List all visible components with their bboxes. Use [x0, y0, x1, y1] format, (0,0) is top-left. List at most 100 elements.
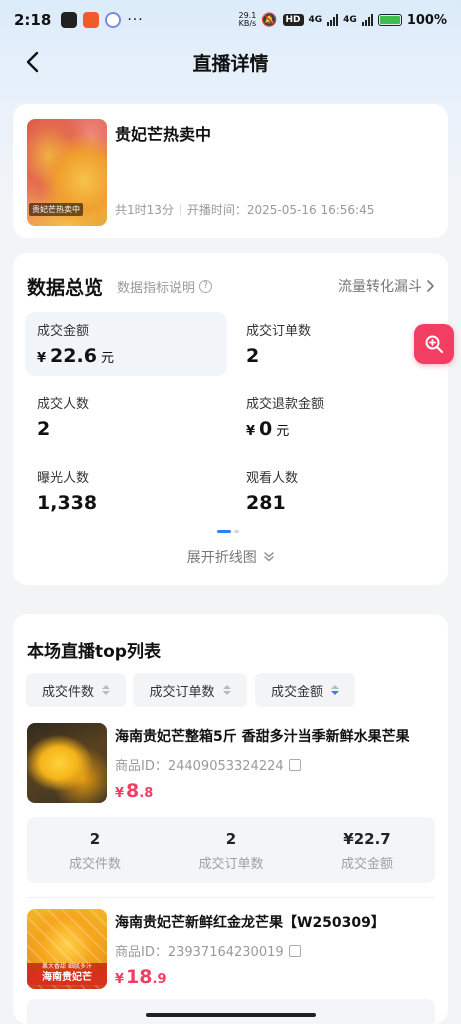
- metric-gmv[interactable]: 成交金额 ¥22.6 元: [25, 312, 227, 376]
- metric-order-count[interactable]: 成交订单数 2: [234, 312, 436, 376]
- product-image[interactable]: 果大香甜 细腻多汁 海南贵妃芒: [27, 909, 107, 989]
- home-indicator[interactable]: [146, 1013, 316, 1017]
- metric-buyer-count[interactable]: 成交人数 2: [25, 385, 227, 449]
- battery-icon: [377, 14, 402, 26]
- double-chevron-down-icon: [264, 552, 274, 562]
- page-title: 直播详情: [192, 52, 269, 75]
- product-name[interactable]: 海南贵妃芒新鲜红金龙芒果【W250309】: [115, 912, 433, 932]
- price-decimal: .9: [152, 972, 167, 987]
- product-price: ¥ 8 .8: [115, 780, 153, 802]
- sort-arrows-icon: [331, 685, 339, 695]
- stat-value: 2: [89, 830, 101, 848]
- metric-refund-amount[interactable]: 成交退款金额 ¥0 元: [234, 385, 436, 449]
- app-notification-icon: [61, 12, 78, 28]
- product-image[interactable]: [27, 723, 107, 803]
- live-cover-image[interactable]: 贵妃芒热卖中: [27, 119, 107, 226]
- floating-search-button[interactable]: [414, 324, 454, 364]
- sort-by-quantity[interactable]: 成交件数: [26, 673, 126, 707]
- sort-arrows-icon: [222, 685, 231, 695]
- stat-amount: ¥22.7 成交金额: [299, 817, 435, 883]
- product-image-caption: 海南贵妃芒: [27, 971, 107, 985]
- metric-viewers[interactable]: 观看人数 281: [234, 459, 436, 523]
- sort-arrows-icon: [102, 685, 110, 695]
- metric-label: 观看人数: [246, 471, 299, 486]
- live-duration: 共1时13分: [115, 203, 174, 217]
- zoom-in-icon: [425, 335, 444, 354]
- metric-label: 成交金额: [37, 324, 90, 339]
- product-name[interactable]: 海南贵妃芒整箱5斤 香甜多汁当季新鲜水果芒果: [115, 726, 433, 746]
- top-list-card: 本场直播top列表 成交件数 成交订单数 成交金额 海南贵妃芒整箱5斤 香甜多汁…: [13, 614, 448, 1024]
- copy-icon[interactable]: [288, 758, 301, 771]
- live-meta: 共1时13分 开播时间：2025-05-16 16:56:45: [115, 201, 374, 218]
- metric-label: 成交人数: [37, 397, 90, 412]
- page-indicator: [217, 530, 239, 533]
- nav-bar: 直播详情: [0, 40, 461, 84]
- hd-badge: HD: [282, 14, 304, 26]
- metric-currency: ¥: [37, 351, 47, 366]
- metric-value: 1,338: [37, 492, 98, 514]
- product-stats: 2 成交件数 2 成交订单数 ¥22.7 成交金额: [27, 817, 435, 883]
- price-currency: ¥: [115, 786, 125, 801]
- chevron-right-icon: [427, 280, 434, 292]
- stat-quantity: 2 成交件数: [27, 817, 163, 883]
- product-price: ¥ 18 .9: [115, 966, 166, 988]
- back-button[interactable]: [18, 48, 46, 76]
- chevron-left-icon: [26, 51, 39, 73]
- data-overview-card: 数据总览 数据指标说明 ? 流量转化漏斗 成交金额 ¥22.6 元 成交订单数 2…: [13, 253, 448, 585]
- metric-label: 成交订单数: [246, 324, 312, 339]
- signal-4g-label: 4G: [308, 15, 323, 25]
- net-speed: 29.1 KB/s: [238, 11, 257, 28]
- metric-value: 281: [246, 492, 286, 514]
- question-icon: ?: [199, 280, 213, 293]
- signal-4g-label: 4G: [343, 15, 357, 25]
- expand-chart-button[interactable]: 展开折线图: [13, 547, 448, 567]
- battery-percent: 100%: [406, 12, 447, 28]
- mute-icon: 🔕: [261, 12, 278, 28]
- status-time: 2:18: [14, 11, 52, 29]
- metric-currency: ¥: [246, 424, 256, 439]
- product-image-subcaption: 果大香甜 细腻多汁: [27, 963, 107, 971]
- app-notification-icon: [83, 12, 100, 28]
- signal-icon: [327, 14, 339, 26]
- funnel-link[interactable]: 流量转化漏斗: [338, 276, 434, 296]
- sort-by-amount[interactable]: 成交金额: [255, 673, 355, 707]
- live-start-time: 开播时间：2025-05-16 16:56:45: [186, 203, 375, 217]
- metric-value: 2: [246, 345, 260, 367]
- status-bar: 2:18 ··· 29.1 KB/s 🔕 HD 4G 4G 100%: [0, 0, 461, 40]
- stat-orders: 2 成交订单数: [163, 817, 299, 883]
- product-id-text: 商品ID：23937164230019: [115, 945, 284, 960]
- metric-unit: 元: [276, 424, 290, 439]
- expand-chart-label: 展开折线图: [186, 550, 257, 566]
- sort-label: 成交件数: [41, 684, 94, 700]
- sort-by-orders[interactable]: 成交订单数: [133, 673, 247, 707]
- metric-help-label: 数据指标说明: [117, 281, 196, 296]
- sort-label: 成交订单数: [149, 684, 215, 700]
- funnel-label: 流量转化漏斗: [338, 279, 422, 295]
- product-stats: [27, 999, 435, 1024]
- more-notifications-icon: ···: [127, 12, 144, 28]
- price-currency: ¥: [115, 972, 125, 987]
- overview-title: 数据总览: [27, 277, 104, 299]
- price-decimal: .8: [139, 786, 154, 801]
- metric-value: 2: [37, 418, 51, 440]
- stat-label: 成交订单数: [198, 857, 264, 872]
- metric-help-link[interactable]: 数据指标说明 ?: [117, 277, 213, 296]
- stat-value: 2: [225, 830, 237, 848]
- stat-label: 成交件数: [68, 857, 121, 872]
- sort-label: 成交金额: [270, 684, 323, 700]
- copy-icon[interactable]: [288, 944, 301, 957]
- price-integer: 8: [126, 780, 140, 802]
- product-id: 商品ID：23937164230019: [115, 941, 301, 960]
- metric-impressions[interactable]: 曝光人数 1,338: [25, 459, 227, 523]
- stat-label: 成交金额: [340, 857, 393, 872]
- meta-divider: [179, 204, 181, 215]
- metric-value: 22.6: [50, 345, 97, 367]
- live-title: 贵妃芒热卖中: [115, 125, 212, 144]
- metric-unit: 元: [100, 351, 114, 366]
- live-info-card: 贵妃芒热卖中 贵妃芒热卖中 共1时13分 开播时间：2025-05-16 16:…: [13, 104, 448, 238]
- app-notification-icon: [105, 12, 122, 28]
- top-list-title: 本场直播top列表: [27, 642, 161, 662]
- product-id-text: 商品ID：24409053324224: [115, 759, 284, 774]
- stat-value: ¥22.7: [343, 830, 391, 848]
- list-divider: [27, 897, 435, 898]
